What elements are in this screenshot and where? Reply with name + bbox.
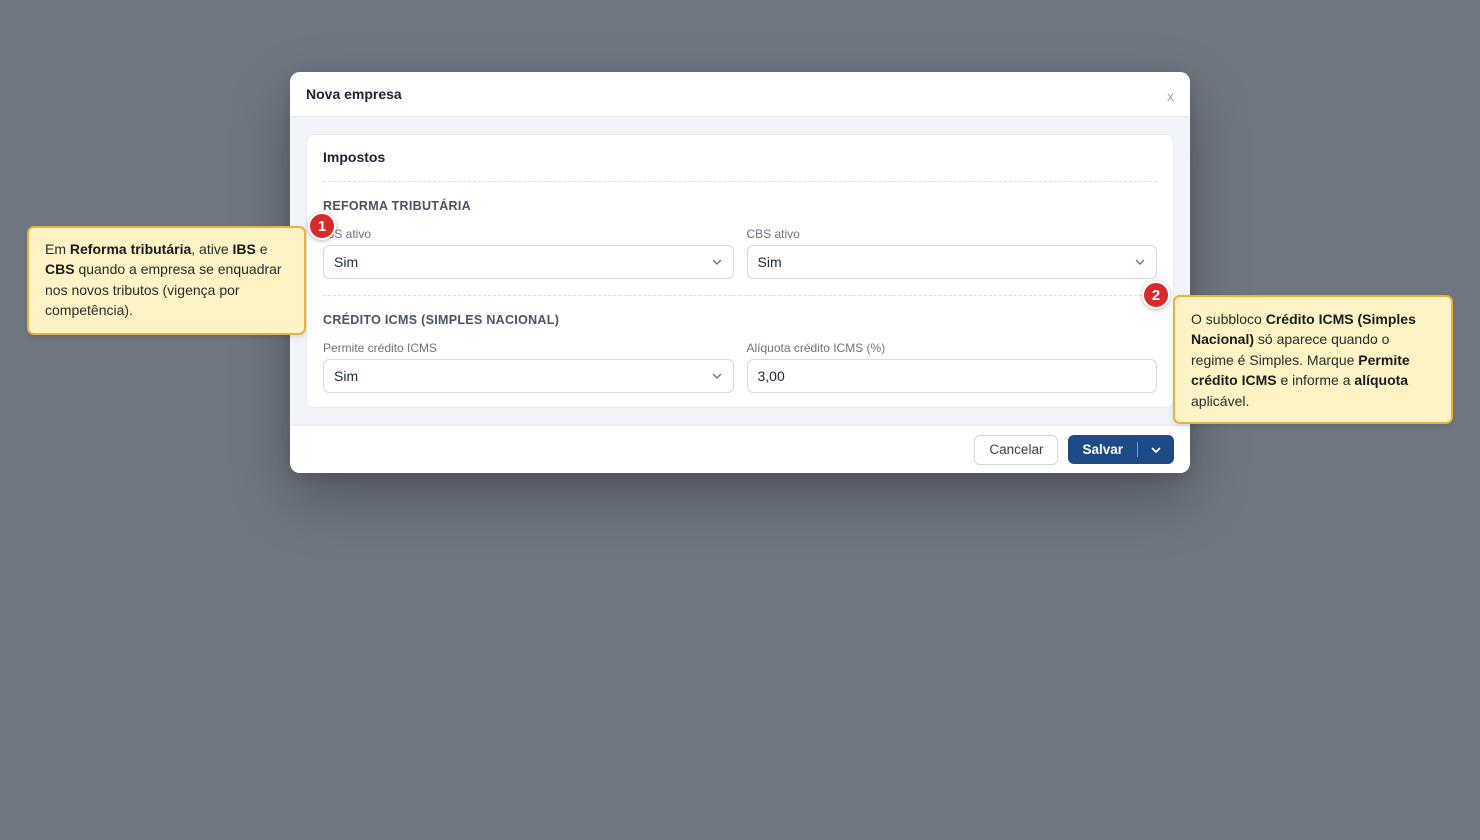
permite-field: Permite crédito ICMS Sim xyxy=(323,341,734,393)
ibs-label: IBS ativo xyxy=(323,227,372,241)
permite-label: Permite crédito ICMS xyxy=(323,341,438,355)
callout-bold-text: Reforma tributária xyxy=(69,241,192,257)
cbs-select-value: Sim xyxy=(757,254,782,270)
step-badge-1: 1 xyxy=(308,212,336,240)
permite-select[interactable]: Sim xyxy=(323,359,734,393)
chevron-down-icon xyxy=(712,373,721,379)
chevron-down-icon xyxy=(1151,447,1161,453)
reforma-section-title: REFORMA TRIBUTÁRIA xyxy=(323,199,471,213)
modal-header: Nova empresa x xyxy=(290,72,1190,117)
taxes-card: Impostos REFORMA TRIBUTÁRIA IBS ativo Si… xyxy=(306,134,1174,408)
callout-plain-text: Em xyxy=(45,241,70,257)
ibs-field: IBS ativo Sim xyxy=(323,227,734,279)
save-split-button: Salvar xyxy=(1068,435,1174,464)
callout-plain-text: e informe a xyxy=(1276,372,1355,389)
aliquota-input[interactable]: 3,00 xyxy=(746,359,1157,393)
callout-2: O subbloco Crédito ICMS (Simples Naciona… xyxy=(1173,295,1453,424)
modal-title: Nova empresa xyxy=(306,86,402,102)
aliquota-input-value: 3,00 xyxy=(757,368,785,384)
callout-text: Em Reforma tributária, ative IBS e CBS q… xyxy=(45,241,282,318)
reforma-row: IBS ativo Sim CBS ativo Sim xyxy=(323,227,1157,279)
ibs-select[interactable]: Sim xyxy=(323,245,734,279)
chevron-down-icon xyxy=(712,259,721,265)
callout-1: Em Reforma tributária, ative IBS e CBS q… xyxy=(27,226,306,335)
new-company-modal: Nova empresa x Impostos REFORMA TRIBUTÁR… xyxy=(290,72,1190,473)
step-badge-2: 2 xyxy=(1142,281,1170,309)
ibs-select-value: Sim xyxy=(334,254,359,270)
divider xyxy=(323,295,1157,296)
cbs-field: CBS ativo Sim xyxy=(746,227,1157,279)
chevron-down-icon xyxy=(1135,259,1145,265)
callout-bold-text: CBS xyxy=(45,261,75,278)
callout-text: O subbloco Crédito ICMS (Simples Naciona… xyxy=(1191,311,1416,409)
divider xyxy=(323,181,1157,182)
card-title: Impostos xyxy=(323,149,386,165)
callout-plain-text: , ative xyxy=(191,241,233,257)
modal-footer: Cancelar Salvar xyxy=(290,425,1190,473)
callout-plain-text: e xyxy=(255,241,268,257)
modal-body: Impostos REFORMA TRIBUTÁRIA IBS ativo Si… xyxy=(290,117,1190,425)
cbs-select[interactable]: Sim xyxy=(746,245,1157,279)
save-button[interactable]: Salvar xyxy=(1068,442,1137,457)
aliquota-label: Alíquota crédito ICMS (%) xyxy=(746,341,886,355)
callout-plain-text: aplicável. xyxy=(1191,392,1250,409)
cbs-label: CBS ativo xyxy=(746,227,800,241)
aliquota-field: Alíquota crédito ICMS (%) 3,00 xyxy=(746,341,1157,393)
callout-bold-text: IBS xyxy=(232,241,256,257)
callout-bold-text: alíquota xyxy=(1354,372,1409,389)
callout-plain-text: O subbloco xyxy=(1191,311,1266,327)
credito-row: Permite crédito ICMS Sim Alíquota crédit… xyxy=(323,341,1157,393)
callout-plain-text: quando a empresa se enquadrar nos novos … xyxy=(45,261,282,319)
permite-select-value: Sim xyxy=(334,368,359,384)
close-icon[interactable]: x xyxy=(1167,89,1174,103)
save-options-button[interactable] xyxy=(1138,444,1174,456)
cancel-button[interactable]: Cancelar xyxy=(974,434,1059,465)
credito-section-title: CRÉDITO ICMS (SIMPLES NACIONAL) xyxy=(323,313,560,327)
